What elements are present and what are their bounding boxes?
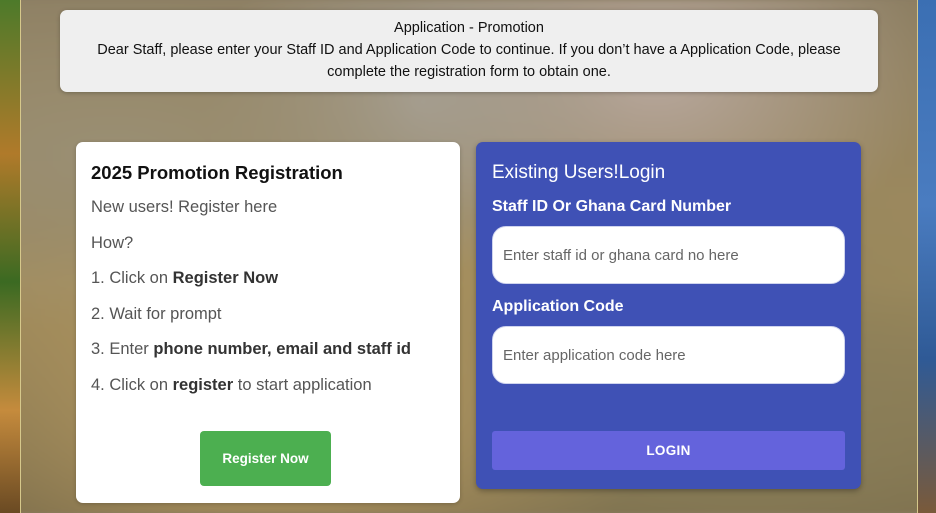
registration-step-4: 4. Click on register to start applicatio… bbox=[91, 375, 372, 394]
registration-how: How? bbox=[91, 233, 134, 252]
login-button[interactable]: LOGIN bbox=[492, 431, 845, 470]
banner-message: Dear Staff, please enter your Staff ID a… bbox=[97, 42, 841, 80]
register-now-button[interactable]: Register Now bbox=[200, 431, 331, 486]
application-code-label: Application Code bbox=[492, 298, 624, 315]
registration-heading: 2025 Promotion Registration bbox=[91, 162, 343, 183]
login-card: Existing Users!Login Staff ID Or Ghana C… bbox=[476, 142, 861, 489]
banner-title: Application - Promotion bbox=[394, 20, 544, 36]
staff-id-input[interactable] bbox=[492, 226, 845, 284]
application-code-input[interactable] bbox=[492, 326, 845, 384]
registration-step-3: 3. Enter phone number, email and staff i… bbox=[91, 340, 411, 358]
login-heading: Existing Users!Login bbox=[492, 162, 666, 183]
left-edge-image bbox=[0, 0, 21, 513]
staff-id-label: Staff ID Or Ghana Card Number bbox=[492, 198, 732, 215]
registration-step-1: 1. Click on Register Now bbox=[91, 269, 279, 287]
registration-card: 2025 Promotion Registration New users! R… bbox=[76, 142, 460, 503]
registration-step-2: 2. Wait for prompt bbox=[91, 304, 222, 323]
right-edge-image bbox=[917, 0, 936, 513]
info-banner: Application - Promotion Dear Staff, plea… bbox=[60, 10, 878, 92]
registration-intro: New users! Register here bbox=[91, 198, 278, 216]
